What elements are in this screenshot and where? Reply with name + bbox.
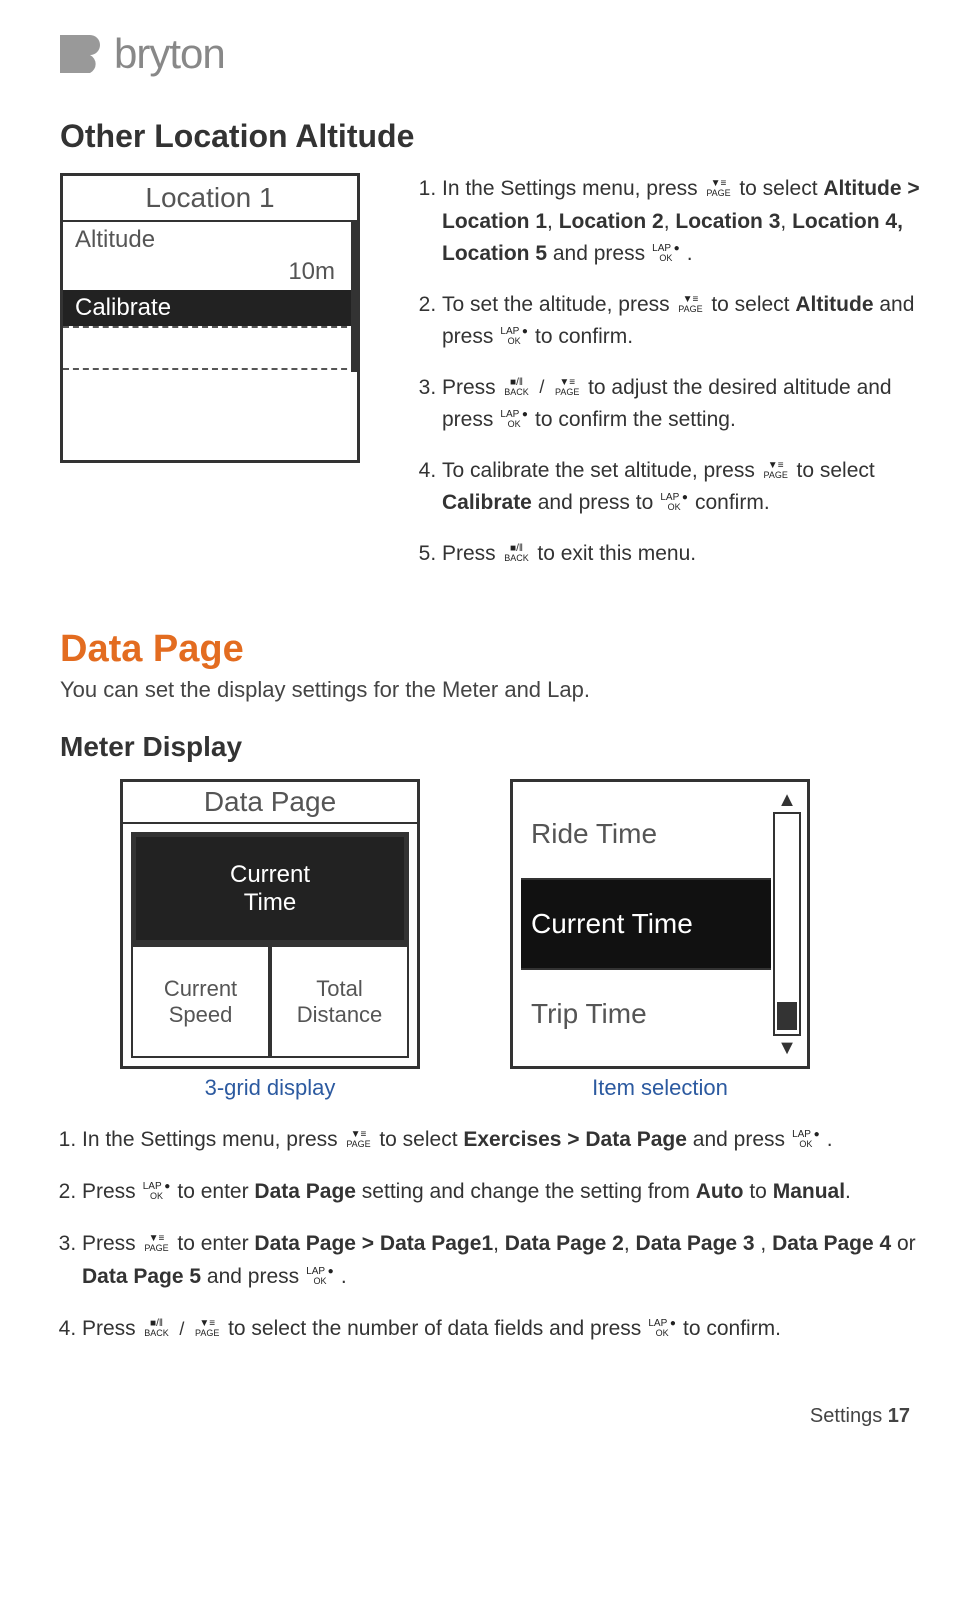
- lap-ok-button-icon: LAP ●OK: [647, 1319, 677, 1338]
- lap-ok-button-icon: LAP ●OK: [651, 244, 681, 263]
- altitude-value: 10m: [63, 258, 357, 290]
- device-screen-selection: Ride Time Current Time Trip Time ▲ ▼: [510, 779, 810, 1069]
- arrow-down-icon: ▼: [773, 1036, 801, 1060]
- instructions-list-2: In the Settings menu, press ▼≡PAGE to se…: [60, 1123, 920, 1345]
- lap-ok-button-icon: LAP ●OK: [499, 410, 529, 429]
- back-button-icon: ■/‖BACK: [502, 378, 532, 397]
- list-item: Ride Time: [521, 790, 771, 880]
- grid-cell-big: Current Time: [131, 832, 409, 945]
- device-3grid-wrapper: Data Page Current Time Current Speed Tot…: [120, 779, 420, 1101]
- lap-ok-button-icon: LAP ●OK: [791, 1130, 821, 1149]
- device-selection-wrapper: Ride Time Current Time Trip Time ▲ ▼ Ite…: [510, 779, 810, 1101]
- grid-cell-small-2: Total Distance: [270, 945, 409, 1058]
- section-heading-data-page: Data Page: [60, 628, 920, 671]
- page-button-icon: ▼≡PAGE: [761, 461, 791, 480]
- device-screen-3grid: Data Page Current Time Current Speed Tot…: [120, 779, 420, 1069]
- page-button-icon: ▼≡PAGE: [192, 1319, 222, 1338]
- calibrate-selected-row: Calibrate: [63, 290, 357, 326]
- list-item-selected: Current Time: [521, 880, 771, 970]
- scrollbar-indicator: [351, 222, 357, 372]
- altitude-label: Altitude: [63, 222, 357, 258]
- caption-3grid: 3-grid display: [120, 1075, 420, 1101]
- page-footer: Settings 17: [60, 1405, 920, 1428]
- empty-row: [63, 326, 357, 370]
- caption-selection: Item selection: [510, 1075, 810, 1101]
- brand-header: bryton: [60, 30, 920, 78]
- scrollbar-thumb: [777, 1002, 797, 1030]
- device-title: Location 1: [63, 176, 357, 222]
- device2-title: Data Page: [123, 782, 417, 824]
- page-button-icon: ▼≡PAGE: [142, 1234, 172, 1253]
- grid-cell-small-1: Current Speed: [131, 945, 270, 1058]
- brand-logo-icon: [60, 35, 100, 73]
- page-button-icon: ▼≡PAGE: [675, 295, 705, 314]
- back-button-icon: ■/‖BACK: [502, 544, 532, 563]
- page-button-icon: ▼≡PAGE: [343, 1130, 373, 1149]
- lap-ok-button-icon: LAP ●OK: [659, 493, 689, 512]
- instructions-list-1: In the Settings menu, press ▼≡PAGE to se…: [420, 173, 920, 588]
- lap-ok-button-icon: LAP ●OK: [142, 1182, 172, 1201]
- lap-ok-button-icon: LAP ●OK: [499, 327, 529, 346]
- lap-ok-button-icon: LAP ●OK: [305, 1267, 335, 1286]
- list-item: Trip Time: [521, 970, 771, 1058]
- page-button-icon: ▼≡PAGE: [552, 378, 582, 397]
- subheading-meter-display: Meter Display: [60, 731, 920, 763]
- device-screen-location: Location 1 Altitude 10m Calibrate: [60, 173, 360, 463]
- back-button-icon: ■/‖BACK: [142, 1319, 172, 1338]
- section-heading-other-location-altitude: Other Location Altitude: [60, 118, 920, 155]
- scrollbar: ▲ ▼: [771, 782, 807, 1066]
- arrow-up-icon: ▲: [773, 788, 801, 812]
- intro-text: You can set the display settings for the…: [60, 677, 920, 703]
- page-button-icon: ▼≡PAGE: [703, 179, 733, 198]
- brand-name: bryton: [114, 30, 225, 78]
